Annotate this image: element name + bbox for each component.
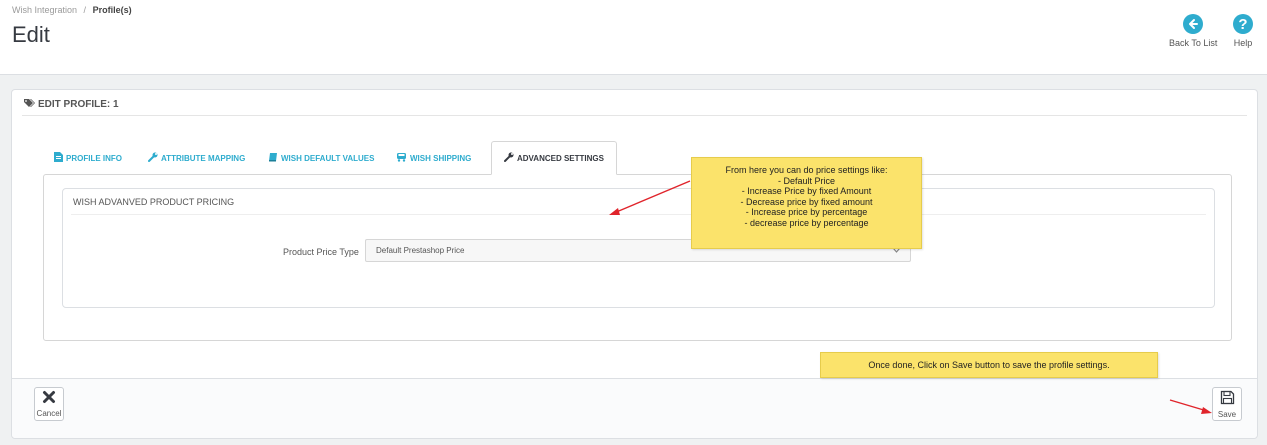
annotation-item: - Increase price by percentage xyxy=(745,207,868,217)
pricing-panel-heading: WISH ADVANVED PRODUCT PRICING xyxy=(73,197,235,207)
annotation-item: - decrease price by percentage xyxy=(744,217,869,228)
truck-icon xyxy=(396,152,407,164)
floppy-disk-icon xyxy=(1220,390,1235,408)
breadcrumb: Wish Integration / Profile(s) xyxy=(12,5,132,15)
edit-profile-panel: EDIT PROFILE: 1 PROFILE INFO ATTRIBUTE M… xyxy=(11,89,1258,439)
select-value: Default Prestashop Price xyxy=(376,246,465,255)
page-header: Wish Integration / Profile(s) Edit Back … xyxy=(0,0,1267,75)
breadcrumb-parent[interactable]: Wish Integration xyxy=(12,5,77,15)
help-label: Help xyxy=(1233,38,1253,48)
profile-tabs: PROFILE INFO ATTRIBUTE MAPPING WISH DEFA… xyxy=(43,141,1232,175)
pricing-panel: WISH ADVANVED PRODUCT PRICING Product Pr… xyxy=(62,188,1215,308)
tab-advanced-settings[interactable]: ADVANCED SETTINGS xyxy=(491,141,617,175)
annotation-item: - Increase Price by fixed Amount xyxy=(741,186,872,196)
breadcrumb-separator: / xyxy=(83,5,87,15)
question-circle-icon: ? xyxy=(1233,14,1253,34)
annotation-item: - Decrease price by fixed amount xyxy=(740,196,873,207)
wrench-icon xyxy=(504,152,514,164)
close-icon xyxy=(42,390,56,407)
tab-profile-info[interactable]: PROFILE INFO xyxy=(54,141,122,175)
product-price-type-label: Product Price Type xyxy=(283,247,359,257)
divider xyxy=(71,214,1206,215)
tab-label: ATTRIBUTE MAPPING xyxy=(161,153,246,163)
pricing-annotation-note: From here you can do price settings like… xyxy=(691,157,922,249)
tab-content: WISH ADVANVED PRODUCT PRICING Product Pr… xyxy=(43,174,1232,341)
back-to-list-label: Back To List xyxy=(1169,38,1218,48)
tab-label: PROFILE INFO xyxy=(66,153,122,163)
wrench-icon xyxy=(148,152,158,164)
save-button[interactable]: Save xyxy=(1212,387,1242,421)
annotation-item: - Default Price xyxy=(777,175,836,186)
divider xyxy=(22,115,1247,116)
tab-wish-default-values[interactable]: WISH DEFAULT VALUES xyxy=(268,141,374,175)
tags-icon xyxy=(24,98,35,110)
panel-heading-text: EDIT PROFILE: 1 xyxy=(38,98,119,110)
tab-label: WISH DEFAULT VALUES xyxy=(281,153,375,163)
page-title: Edit xyxy=(12,22,50,47)
breadcrumb-current: Profile(s) xyxy=(92,5,132,15)
cancel-button[interactable]: Cancel xyxy=(34,387,64,421)
save-label: Save xyxy=(1217,409,1237,419)
tab-wish-shipping[interactable]: WISH SHIPPING xyxy=(396,141,471,175)
arrow-left-circle-icon xyxy=(1183,14,1204,34)
annotation-text: Once done, Click on Save button to save … xyxy=(868,360,1110,370)
panel-footer: Cancel Save xyxy=(12,378,1257,438)
file-icon xyxy=(54,152,63,164)
back-to-list-button[interactable]: Back To List xyxy=(1169,14,1217,48)
help-button[interactable]: ? Help xyxy=(1233,14,1253,48)
panel-heading: EDIT PROFILE: 1 xyxy=(24,98,119,110)
book-icon xyxy=(268,152,278,164)
annotation-title: From here you can do price settings like… xyxy=(725,165,888,175)
tab-label: WISH SHIPPING xyxy=(410,153,472,163)
tab-label: ADVANCED SETTINGS xyxy=(517,153,604,163)
cancel-label: Cancel xyxy=(36,409,62,418)
save-annotation-note: Once done, Click on Save button to save … xyxy=(820,352,1158,378)
tab-attribute-mapping[interactable]: ATTRIBUTE MAPPING xyxy=(148,141,245,175)
